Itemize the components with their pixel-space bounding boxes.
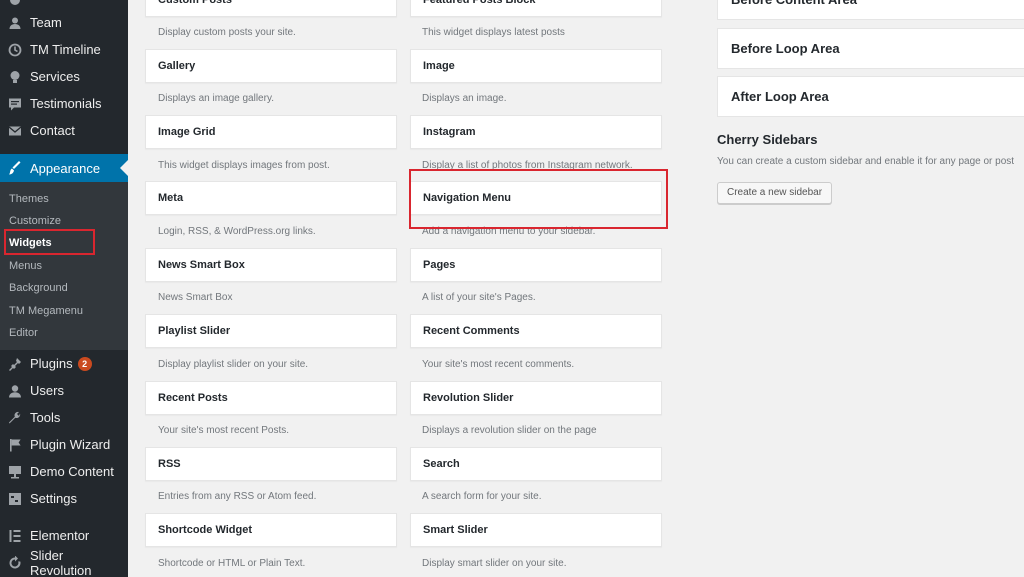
update-count-badge: 2 [77, 356, 92, 371]
sidebar-item-demo-content[interactable]: Demo Content [0, 458, 128, 485]
sidebar-item-services[interactable]: Services [0, 63, 128, 90]
widget-news-smart-box[interactable]: News Smart Box [145, 248, 397, 282]
sidebar-item-label: Plugin Wizard [30, 437, 111, 452]
widget-description: News Smart Box [158, 292, 233, 303]
widget-recent-comments[interactable]: Recent Comments [410, 314, 662, 348]
area-before-content[interactable]: Before Content Area [717, 0, 1024, 20]
plugin-icon [8, 357, 22, 371]
user-icon [8, 384, 22, 398]
sidebar-item-appearance[interactable]: Appearance [0, 154, 128, 182]
navigation-menu-highlight [409, 169, 668, 229]
widget-description: Displays an image gallery. [158, 93, 274, 104]
submenu-menus[interactable]: Menus [9, 257, 42, 275]
widget-playlist-slider[interactable]: Playlist Slider [145, 314, 397, 348]
sidebar-item-label: Tools [30, 410, 61, 425]
sidebar-item-label: Plugins [30, 356, 73, 371]
demo-icon [8, 465, 22, 479]
sidebar-item-label: Users [30, 383, 64, 398]
elementor-icon [8, 529, 22, 543]
sidebar-item-plugins[interactable]: Plugins 2 [0, 350, 128, 377]
lightbulb-icon [8, 70, 22, 84]
sidebar-item-label: Appearance [30, 160, 101, 176]
appearance-submenu: Themes Customize Widgets Menus Backgroun… [0, 182, 128, 350]
area-after-loop[interactable]: After Loop Area [717, 76, 1024, 117]
paintbrush-icon [8, 161, 22, 175]
testimonial-icon [8, 97, 22, 111]
sidebar-item-users[interactable]: Users [0, 377, 128, 404]
widget-description: Entries from any RSS or Atom feed. [158, 491, 317, 502]
widget-search[interactable]: Search [410, 447, 662, 481]
widget-smart-slider[interactable]: Smart Slider [410, 513, 662, 547]
cherry-sidebars-title: Cherry Sidebars [717, 132, 818, 147]
sidebar-item-tm-timeline[interactable]: TM Timeline [0, 36, 128, 63]
sidebar-item-plugin-wizard[interactable]: Plugin Wizard [0, 431, 128, 458]
widget-recent-posts[interactable]: Recent Posts [145, 381, 397, 415]
widget-description: A list of your site's Pages. [422, 292, 536, 303]
sidebar-item-label: Demo Content [30, 464, 114, 479]
submenu-themes[interactable]: Themes [9, 190, 49, 208]
widget-description: Display smart slider on your site. [422, 558, 567, 569]
widget-pages[interactable]: Pages [410, 248, 662, 282]
sidebar-item-team[interactable]: Team [0, 9, 128, 36]
widget-description: Shortcode or HTML or Plain Text. [158, 558, 306, 569]
wrench-icon [8, 411, 22, 425]
widget-instagram[interactable]: Instagram [410, 115, 662, 149]
sidebar-item-label: Settings [30, 491, 77, 506]
refresh-icon [8, 555, 22, 570]
sidebar-item-testimonials[interactable]: Testimonials [0, 90, 128, 117]
current-arrow [120, 160, 128, 176]
submenu-background[interactable]: Background [9, 279, 68, 297]
widget-rss[interactable]: RSS [145, 447, 397, 481]
widget-shortcode-widget[interactable]: Shortcode Widget [145, 513, 397, 547]
submenu-customize[interactable]: Customize [9, 212, 61, 230]
widget-description: Displays a revolution slider on the page [422, 425, 597, 436]
sidebar-item-settings[interactable]: Settings [0, 485, 128, 512]
sidebar-item-label: Contact [30, 123, 75, 138]
create-new-sidebar-button[interactable]: Create a new sidebar [717, 182, 833, 204]
cherry-sidebars-description: You can create a custom sidebar and enab… [717, 156, 1015, 167]
sidebar-item-label: TM Timeline [30, 42, 101, 57]
partial-icon [8, 0, 22, 7]
widget-description: Display playlist slider on your site. [158, 359, 309, 370]
team-icon [8, 16, 22, 30]
settings-icon [8, 492, 22, 506]
widgets-menu-highlight [4, 229, 95, 255]
envelope-icon [8, 124, 22, 138]
submenu-tm-megamenu[interactable]: TM Megamenu [9, 302, 83, 320]
widget-meta[interactable]: Meta [145, 181, 397, 215]
flag-icon [8, 438, 22, 452]
sidebar-item-label: Testimonials [30, 96, 102, 111]
widget-description: Login, RSS, & WordPress.org links. [158, 226, 316, 237]
sidebar-item-tools[interactable]: Tools [0, 404, 128, 431]
submenu-editor[interactable]: Editor [9, 324, 38, 342]
widget-image[interactable]: Image [410, 49, 662, 83]
clock-icon [8, 43, 22, 57]
widget-description: Display custom posts your site. [158, 27, 296, 38]
sidebar-item-label: Services [30, 69, 80, 84]
widget-image-grid[interactable]: Image Grid [145, 115, 397, 149]
area-before-loop[interactable]: Before Loop Area [717, 28, 1024, 69]
sidebar-item-contact[interactable]: Contact [0, 117, 128, 144]
widget-description: Your site's most recent Posts. [158, 425, 290, 436]
sidebar-item-label: Team [30, 15, 62, 30]
widget-description: This widget displays images from post. [158, 160, 330, 171]
sidebar-item-elementor[interactable]: Elementor [0, 522, 128, 549]
widget-custom-posts[interactable]: Custom Posts [145, 0, 397, 17]
widget-description: This widget displays latest posts [422, 27, 565, 38]
sidebar-item-label: Slider Revolution [30, 547, 92, 577]
admin-sidebar: Team TM Timeline Services Testimonials C… [0, 0, 128, 577]
sidebar-item-label: Elementor [30, 528, 90, 543]
widget-description: Your site's most recent comments. [422, 359, 575, 370]
widget-description: Displays an image. [422, 93, 507, 104]
sidebar-item-slider-revolution[interactable]: Slider Revolution [0, 547, 128, 577]
widget-featured-posts-block[interactable]: Featured Posts Block [410, 0, 662, 17]
widget-description: A search form for your site. [422, 491, 542, 502]
widget-revolution-slider[interactable]: Revolution Slider [410, 381, 662, 415]
widget-gallery[interactable]: Gallery [145, 49, 397, 83]
